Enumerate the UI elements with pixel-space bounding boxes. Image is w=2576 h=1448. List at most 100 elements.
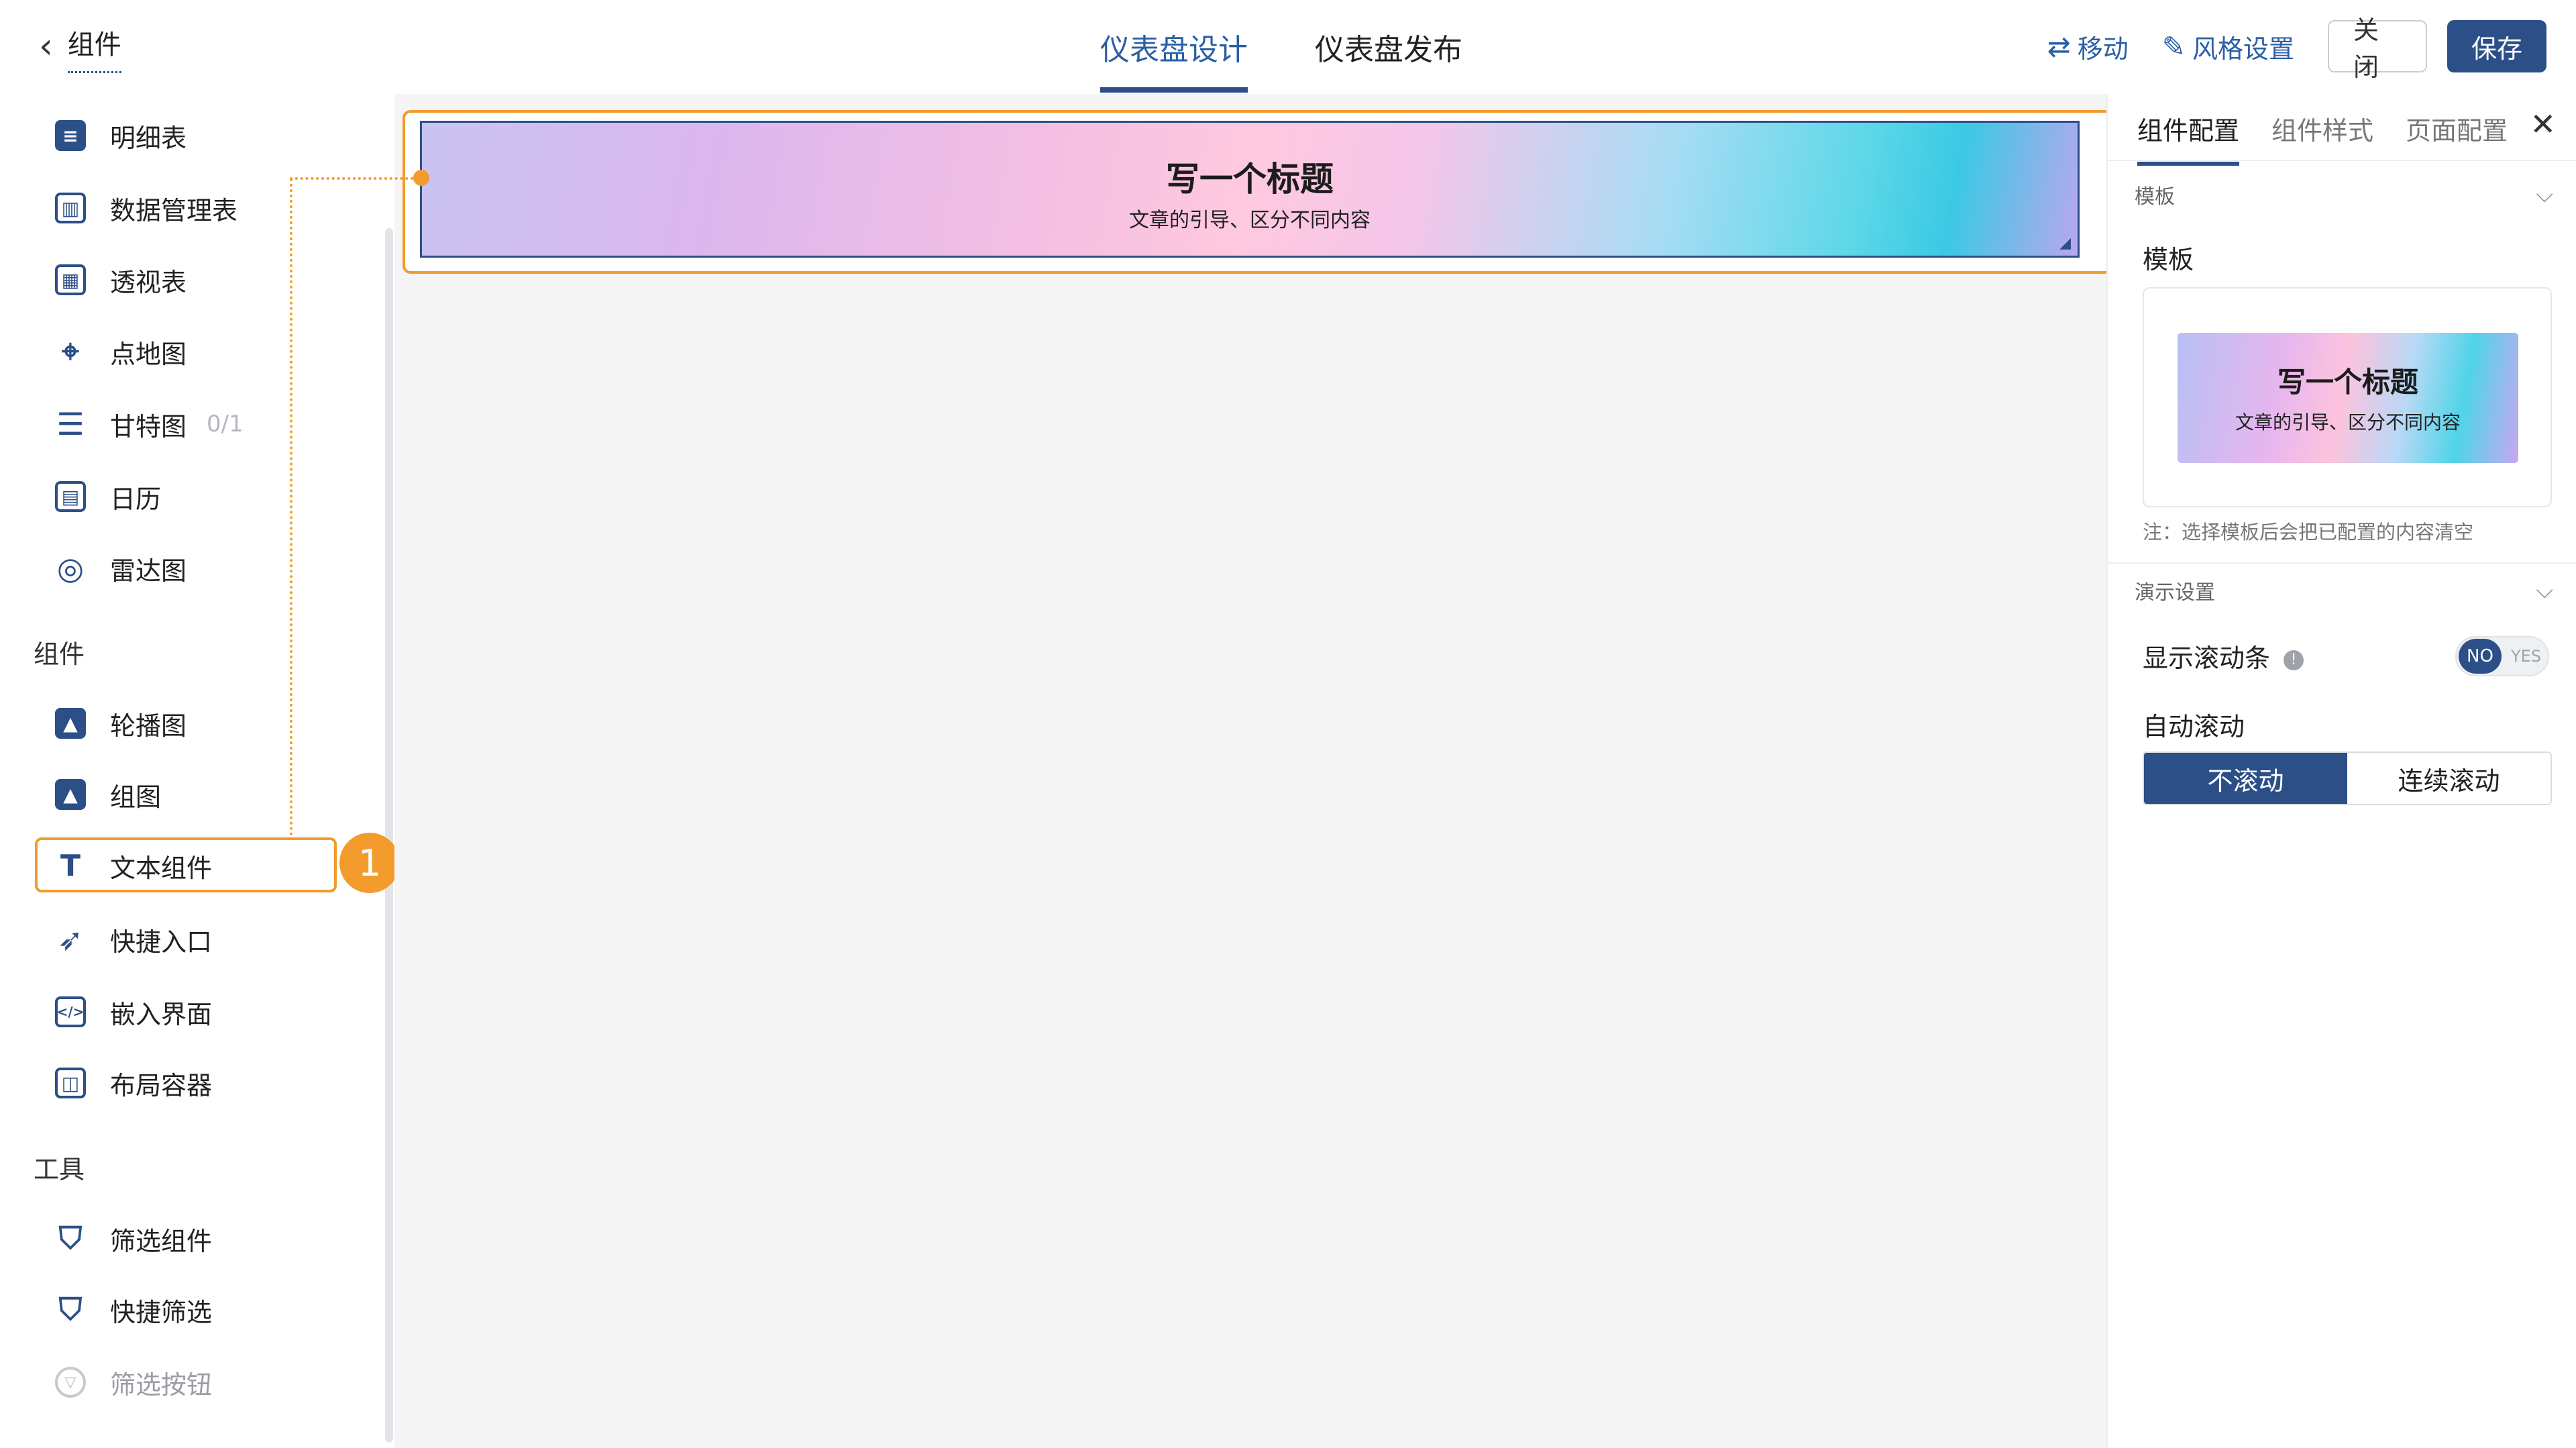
sidebar-item-radar[interactable]: ◎ 雷达图 (55, 548, 186, 588)
info-icon[interactable]: ! (2284, 650, 2304, 670)
close-button[interactable]: 关闭 (2328, 15, 2427, 82)
sidebar-item-quick-filter[interactable]: ⛉ 快捷筛选 (55, 1290, 212, 1330)
filter-button-icon: ▽ (55, 1367, 86, 1398)
sidebar-item-label: 日历 (110, 484, 162, 514)
sidebar-item-label: 透视表 (110, 267, 187, 297)
rocket-icon: ➶ (57, 921, 84, 958)
image-group-icon: ▲ (55, 779, 86, 810)
template-note: 注：选择模板后会把已配置的内容清空 (2143, 521, 2474, 544)
tab-dashboard-publish[interactable]: 仪表盘发布 (1315, 25, 1462, 93)
sidebar-item-label: 筛选组件 (110, 1226, 213, 1256)
no-scroll-option[interactable]: 不滚动 (2144, 753, 2347, 804)
callout-guide-line-horizontal (290, 177, 424, 180)
sidebar-item-label: 数据管理表 (110, 195, 238, 225)
header-tools: ⇄ 移动 ✎ 风格设置 关闭 保存 (2047, 15, 2546, 82)
filter-icon: ⛉ (58, 1220, 83, 1256)
sidebar-scrollbar[interactable] (385, 228, 393, 1443)
show-scrollbar-toggle[interactable]: NO YES (2455, 636, 2549, 676)
sidebar-item-filter-button[interactable]: ▽ 筛选按钮 (55, 1362, 212, 1402)
step-badge: 1 (339, 833, 400, 893)
pivot-table-icon: ▦ (55, 264, 86, 295)
sidebar-item-filter[interactable]: ⛉ 筛选组件 (55, 1219, 212, 1259)
sidebar-item-detail-table[interactable]: ≡ 明细表 (55, 115, 186, 156)
template-preview-subtitle: 文章的引导、区分不同内容 (2235, 411, 2461, 433)
sidebar-item-label: 雷达图 (110, 556, 187, 586)
sidebar-item-label: 快捷筛选 (110, 1297, 213, 1327)
sidebar-item-image-group[interactable]: ▲ 组图 (55, 774, 161, 815)
sidebar-item-label: 嵌入界面 (110, 999, 213, 1029)
gantt-count: 0/1 (207, 411, 244, 437)
demo-section-header[interactable]: 演示设置 ⌵ (2135, 576, 2553, 605)
style-settings-label: 风格设置 (2192, 34, 2294, 64)
show-scrollbar-label: 显示滚动条 (2143, 643, 2271, 673)
sidebar-item-embed[interactable]: </> 嵌入界面 (55, 992, 212, 1032)
tab-component-config[interactable]: 组件配置 (2137, 110, 2240, 166)
layout-container-icon: ◫ (55, 1068, 86, 1098)
show-scrollbar-row: 显示滚动条! (2143, 637, 2304, 674)
demo-section-title: 演示设置 (2135, 581, 2215, 605)
config-panel: 组件配置 组件样式 页面配置 ✕ 模板 ⌵ 模板 写一个标题 文章的引导、区分不… (2106, 94, 2576, 1448)
page-title: 组件 (67, 23, 121, 73)
back-button[interactable]: ‹ 组件 (39, 23, 121, 73)
callout-guide-line-vertical (290, 178, 292, 836)
quick-filter-icon: ⛉ (58, 1291, 83, 1327)
calendar-icon: ▤ (55, 481, 86, 512)
panel-tabs: 组件配置 组件样式 页面配置 (2137, 110, 2540, 166)
template-preview-title: 写一个标题 (2277, 366, 2418, 399)
close-icon[interactable]: ✕ (2530, 106, 2556, 142)
callout-guide-dot (413, 170, 429, 186)
main-tabs: 仪表盘设计 仪表盘发布 (1100, 25, 1529, 93)
sidebar-item-label: 快捷入口 (110, 927, 213, 957)
resize-handle-icon[interactable]: ◢ (2059, 235, 2071, 252)
sidebar-item-pivot-table[interactable]: ▦ 透视表 (55, 260, 186, 300)
tab-component-style[interactable]: 组件样式 (2271, 110, 2373, 166)
sidebar-group-components: 组件 (34, 639, 85, 669)
sidebar-item-quick-entry[interactable]: ➶ 快捷入口 (55, 919, 212, 960)
sidebar-item-data-manage-table[interactable]: ▥ 数据管理表 (55, 188, 237, 228)
banner-title: 写一个标题 (1166, 160, 1334, 199)
divider (2108, 562, 2576, 564)
template-section-header[interactable]: 模板 ⌵ (2135, 180, 2553, 209)
sidebar-item-layout-container[interactable]: ◫ 布局容器 (55, 1063, 212, 1103)
sidebar-item-label: 筛选按钮 (110, 1369, 213, 1400)
auto-scroll-label: 自动滚动 (2143, 712, 2245, 741)
sidebar-item-label: 明细表 (110, 123, 187, 153)
sidebar-item-label: 组图 (110, 782, 162, 812)
dashboard-canvas[interactable] (394, 94, 2106, 1448)
move-button[interactable]: ⇄ 移动 (2047, 28, 2129, 65)
template-card[interactable]: 写一个标题 文章的引导、区分不同内容 (2143, 287, 2552, 507)
template-preview: 写一个标题 文章的引导、区分不同内容 (2178, 333, 2518, 463)
sidebar-item-label: 点地图 (110, 339, 187, 369)
toggle-yes: YES (2511, 647, 2542, 666)
tab-page-config[interactable]: 页面配置 (2406, 110, 2508, 166)
banner-subtitle: 文章的引导、区分不同内容 (1129, 209, 1371, 232)
text-component-banner[interactable]: 写一个标题 文章的引导、区分不同内容 ◢ (420, 121, 2080, 258)
toggle-no: NO (2459, 639, 2502, 674)
sidebar-item-gantt[interactable]: ☰ 甘特图 0/1 (55, 404, 244, 444)
sidebar-group-tools: 工具 (34, 1155, 85, 1184)
sidebar-item-label: 甘特图 (110, 411, 187, 442)
sidebar-item-calendar[interactable]: ▤ 日历 (55, 476, 161, 517)
sidebar-item-label: 布局容器 (110, 1070, 213, 1100)
swap-arrows-icon: ⇄ (2047, 30, 2071, 63)
sidebar-item-label: 轮播图 (110, 711, 187, 741)
chevron-down-icon: ⌵ (2536, 181, 2553, 208)
magic-wand-icon: ✎ (2161, 30, 2186, 63)
divider (2108, 160, 2576, 161)
selected-item-highlight (35, 837, 337, 892)
template-section-title: 模板 (2135, 185, 2175, 209)
gantt-icon: ☰ (56, 406, 85, 442)
save-button[interactable]: 保存 (2447, 20, 2546, 72)
sidebar-item-carousel[interactable]: ▲ 轮播图 (55, 703, 186, 743)
chevron-left-icon: ‹ (39, 25, 53, 66)
tab-dashboard-design[interactable]: 仪表盘设计 (1100, 25, 1248, 93)
template-label: 模板 (2143, 245, 2194, 274)
continuous-scroll-option[interactable]: 连续滚动 (2347, 753, 2551, 804)
data-manage-table-icon: ▥ (55, 193, 86, 223)
top-bar: ‹ 组件 仪表盘设计 仪表盘发布 ⇄ 移动 ✎ 风格设置 关闭 保存 (0, 0, 2576, 94)
sidebar-item-point-map[interactable]: ⌖ 点地图 (55, 331, 186, 372)
style-settings-button[interactable]: ✎ 风格设置 (2162, 28, 2294, 65)
detail-table-icon: ≡ (55, 120, 86, 151)
auto-scroll-segmented: 不滚动 连续滚动 (2143, 752, 2552, 805)
carousel-icon: ▲ (55, 708, 86, 739)
